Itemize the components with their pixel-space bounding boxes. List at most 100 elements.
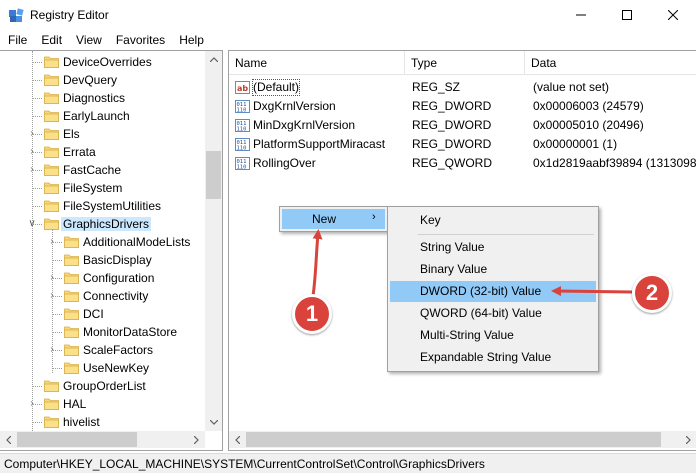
tree-item[interactable]: UseNewKey bbox=[0, 359, 205, 377]
chevron-up-icon bbox=[209, 57, 218, 62]
tree-item[interactable]: FileSystemUtilities bbox=[0, 197, 205, 215]
menu-favorites[interactable]: Favorites bbox=[109, 30, 172, 50]
menu-help[interactable]: Help bbox=[172, 30, 211, 50]
tree-item[interactable]: › HAL bbox=[0, 395, 205, 413]
tree-item[interactable]: GroupOrderList bbox=[0, 377, 205, 395]
folder-icon bbox=[44, 199, 59, 212]
table-row[interactable]: 011 110 DxgKrnlVersion REG_DWORD 0x00006003 … bbox=[229, 97, 696, 116]
value-name: (Default) bbox=[251, 79, 301, 96]
tree-item[interactable]: › Errata bbox=[0, 143, 205, 161]
tree-item-label: DevQuery bbox=[63, 73, 118, 87]
scroll-right-button[interactable] bbox=[680, 431, 696, 448]
tree-item[interactable]: DeviceOverrides bbox=[0, 53, 205, 71]
tree-item-label: Els bbox=[63, 127, 80, 141]
menu-file[interactable]: File bbox=[0, 30, 34, 50]
value-data: 0x00000001 (1) bbox=[533, 137, 618, 151]
tree-item[interactable]: › ScaleFactors bbox=[0, 341, 205, 359]
tree-connector bbox=[52, 332, 62, 333]
tree-connector bbox=[32, 62, 42, 63]
tree-item[interactable]: › AdditionalModeLists bbox=[0, 233, 205, 251]
tree-pane: DeviceOverrides DevQuery Diagnostics EarlyL… bbox=[0, 50, 223, 451]
scroll-thumb[interactable] bbox=[246, 432, 661, 447]
tree-item[interactable]: MonitorDataStore bbox=[0, 323, 205, 341]
context-menu: New › bbox=[279, 206, 388, 232]
submenu-dword-value-label: DWORD (32-bit) Value bbox=[420, 284, 542, 298]
column-data[interactable]: Data bbox=[525, 51, 696, 75]
scroll-left-button[interactable] bbox=[0, 431, 17, 448]
scroll-right-button[interactable] bbox=[188, 431, 205, 448]
submenu-binary-value[interactable]: Binary Value bbox=[390, 259, 596, 280]
scroll-up-button[interactable] bbox=[205, 51, 222, 68]
tree-item[interactable]: Diagnostics bbox=[0, 89, 205, 107]
tree-connector bbox=[52, 314, 62, 315]
tree-item[interactable]: ∨ GraphicsDrivers bbox=[0, 215, 205, 233]
submenu-multi-string-value[interactable]: Multi-String Value bbox=[390, 325, 596, 346]
tree-item[interactable]: DCI bbox=[0, 305, 205, 323]
tree-item[interactable]: FileSystem bbox=[0, 179, 205, 197]
submenu-key-label: Key bbox=[420, 213, 441, 227]
submenu-key[interactable]: Key bbox=[390, 210, 596, 231]
tree-item[interactable]: › FastCache bbox=[0, 161, 205, 179]
chevron-down-icon bbox=[209, 420, 218, 425]
menu-item-new[interactable]: New › bbox=[282, 209, 385, 229]
table-row[interactable]: 011 110 PlatformSupportMiracast REG_DWORD 0x… bbox=[229, 135, 696, 154]
folder-icon bbox=[44, 91, 59, 104]
scroll-thumb[interactable] bbox=[206, 151, 221, 199]
column-name[interactable]: Name bbox=[229, 51, 405, 75]
values-horizontal-scrollbar[interactable] bbox=[229, 431, 696, 448]
tree-connector bbox=[32, 116, 42, 117]
folder-icon bbox=[64, 361, 79, 374]
tree-item[interactable]: hivelist bbox=[0, 413, 205, 431]
chevron-left-icon bbox=[235, 435, 240, 444]
tree-item[interactable]: › Configuration bbox=[0, 269, 205, 287]
tree-item-label: ScaleFactors bbox=[83, 343, 154, 357]
folder-icon bbox=[44, 163, 59, 176]
value-data: (value not set) bbox=[533, 80, 610, 94]
column-type[interactable]: Type bbox=[405, 51, 525, 75]
submenu-separator bbox=[418, 234, 594, 235]
tree-vertical-scrollbar[interactable] bbox=[205, 51, 222, 431]
annotation-badge-1: 1 bbox=[292, 294, 332, 334]
folder-icon bbox=[44, 379, 59, 392]
submenu-binary-value-label: Binary Value bbox=[420, 262, 488, 276]
tree-item[interactable]: DevQuery bbox=[0, 71, 205, 89]
column-header: Name Type Data bbox=[229, 51, 696, 75]
scroll-down-button[interactable] bbox=[205, 414, 222, 431]
tree-item[interactable]: EarlyLaunch bbox=[0, 107, 205, 125]
maximize-button[interactable] bbox=[604, 0, 650, 30]
status-bar: Computer\HKEY_LOCAL_MACHINE\SYSTEM\Curre… bbox=[0, 453, 696, 473]
folder-icon bbox=[44, 73, 59, 86]
scroll-thumb[interactable] bbox=[17, 432, 137, 447]
svg-text:110: 110 bbox=[237, 165, 247, 171]
table-row[interactable]: ab (Default) REG_SZ (value not set) bbox=[229, 78, 696, 97]
submenu-qword-value[interactable]: QWORD (64-bit) Value bbox=[390, 303, 596, 324]
submenu-string-value[interactable]: String Value bbox=[390, 237, 596, 258]
tree-connector bbox=[32, 206, 42, 207]
scroll-left-button[interactable] bbox=[229, 431, 246, 448]
folder-icon bbox=[44, 109, 59, 122]
menu-edit[interactable]: Edit bbox=[34, 30, 69, 50]
minimize-button[interactable] bbox=[558, 0, 604, 30]
folder-icon bbox=[44, 55, 59, 68]
submenu-expandable-string-value[interactable]: Expandable String Value bbox=[390, 347, 596, 368]
close-icon bbox=[668, 10, 678, 20]
tree-item[interactable]: BasicDisplay bbox=[0, 251, 205, 269]
tree-horizontal-scrollbar[interactable] bbox=[0, 431, 205, 448]
tree-connector bbox=[32, 188, 42, 189]
chevron-right-icon bbox=[194, 435, 199, 444]
tree-item-label: FastCache bbox=[63, 163, 122, 177]
submenu-dword-value[interactable]: DWORD (32-bit) Value bbox=[390, 281, 596, 302]
value-name: PlatformSupportMiracast bbox=[253, 137, 386, 151]
tree-item-label: EarlyLaunch bbox=[63, 109, 130, 123]
binary-value-icon: 011 110 bbox=[235, 137, 250, 152]
tree-connector bbox=[32, 51, 33, 431]
svg-text:110: 110 bbox=[237, 127, 247, 133]
close-button[interactable] bbox=[650, 0, 696, 30]
tree-item-label: HAL bbox=[63, 397, 87, 411]
tree-item[interactable]: › Connectivity bbox=[0, 287, 205, 305]
table-row[interactable]: 011 110 MinDxgKrnlVersion REG_DWORD 0x000050… bbox=[229, 116, 696, 135]
table-row[interactable]: 011 110 RollingOver REG_QWORD 0x1d2819aabf39… bbox=[229, 154, 696, 173]
menu-view[interactable]: View bbox=[69, 30, 109, 50]
tree-item[interactable]: › Els bbox=[0, 125, 205, 143]
menu-bar: File Edit View Favorites Help bbox=[0, 30, 696, 50]
